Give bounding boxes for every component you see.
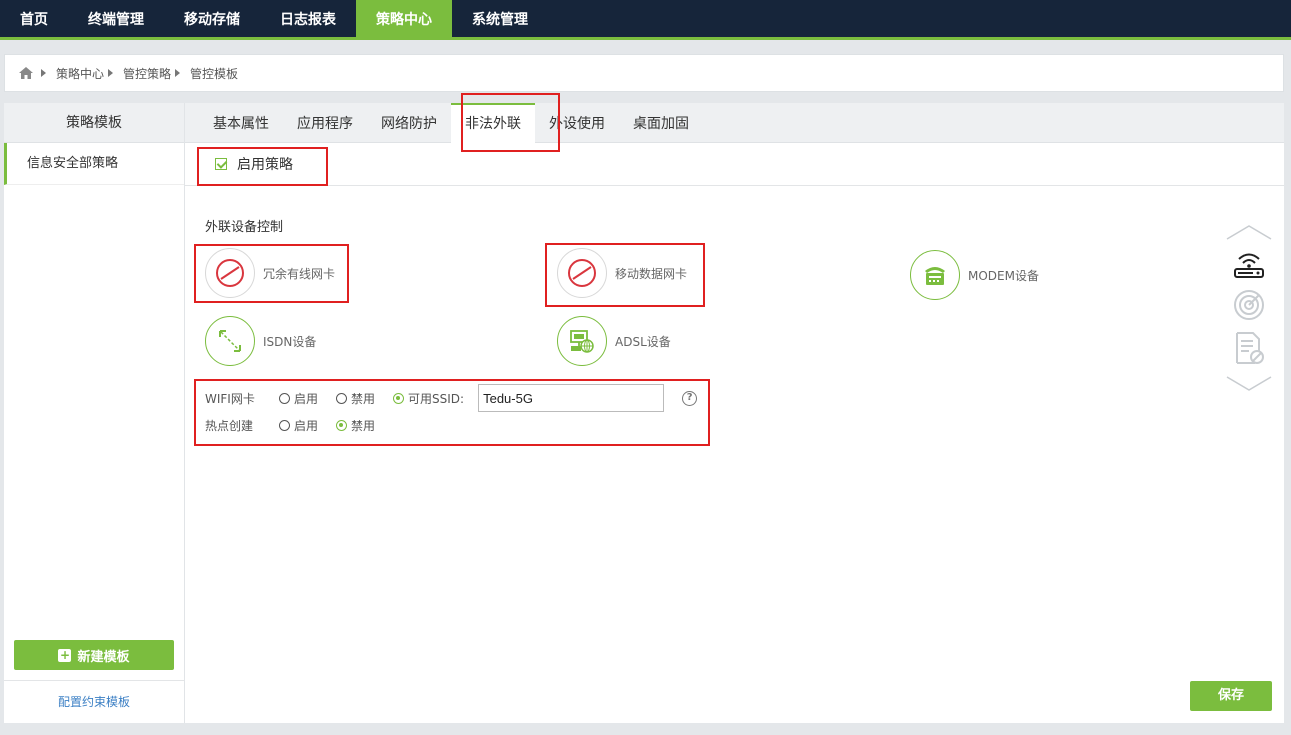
chevron-up-icon[interactable] (1225, 223, 1273, 241)
nav-item-policy-center[interactable]: 策略中心 (356, 0, 452, 40)
nav-item-home[interactable]: 首页 (0, 0, 68, 40)
radio-circle[interactable] (279, 392, 290, 404)
top-nav: 首页 终端管理 移动存储 日志报表 策略中心 系统管理 (0, 0, 1291, 40)
plus-icon: + (58, 647, 72, 662)
wifi-radio-ssid[interactable]: 可用SSID: (393, 390, 464, 407)
ssid-input[interactable] (478, 384, 665, 412)
template-sidebar: 策略模板 信息安全部策略 + 新建模板 配置约束模板 (4, 103, 185, 723)
nav-item-terminal[interactable]: 终端管理 (68, 0, 164, 40)
wifi-radio-disable[interactable]: 禁用 (336, 390, 375, 407)
radio-label: 可用SSID: (408, 391, 465, 406)
radio-circle[interactable] (336, 392, 348, 404)
radio-circle[interactable] (336, 420, 348, 431)
help-icon[interactable]: ? (682, 390, 698, 406)
breadcrumb-item-policy-center[interactable]: 策略中心 (56, 65, 104, 82)
sidebar-item-infosec-policy[interactable]: 信息安全部策略 (4, 143, 184, 185)
device-adsl[interactable]: ADSL设备 (557, 316, 671, 366)
device-redundant-wired-nic[interactable]: 冗余有线网卡 (205, 248, 335, 298)
tab-desktop-hardening[interactable]: 桌面加固 (619, 103, 703, 143)
nav-item-storage[interactable]: 移动存储 (164, 0, 260, 40)
tab-network-protection[interactable]: 网络防护 (367, 103, 451, 143)
device-label: 冗余有线网卡 (263, 266, 336, 281)
device-icon-wrapper[interactable] (205, 248, 255, 298)
hotspot-radio-enable[interactable]: 启用 (279, 417, 318, 434)
enable-policy-checkbox[interactable] (215, 158, 227, 170)
chevron-down-icon[interactable] (1225, 375, 1273, 393)
breadcrumb-separator-icon (175, 69, 181, 77)
nav-item-reports[interactable]: 日志报表 (260, 0, 356, 40)
main-panel: 基本属性 应用程序 网络防护 非法外联 外设使用 桌面加固 启用策略 外联设备控… (185, 93, 1284, 723)
save-button[interactable]: 保存 (1190, 681, 1272, 711)
radar-icon[interactable] (1233, 289, 1265, 321)
radio-label: 启用 (294, 419, 319, 433)
device-icon-wrapper[interactable] (557, 316, 607, 366)
tab-illegal-outreach[interactable]: 非法外联 (451, 103, 535, 144)
breadcrumb-item-control-template: 管控模板 (190, 66, 239, 81)
breadcrumb-separator-icon (108, 69, 114, 77)
device-icon-wrapper[interactable] (557, 248, 607, 298)
adsl-icon (570, 330, 594, 353)
tab-basic-properties[interactable]: 基本属性 (199, 103, 283, 143)
enable-policy-label[interactable]: 启用策略 (237, 154, 293, 174)
modem-icon (925, 267, 945, 285)
device-modem[interactable]: MODEM设备 (910, 250, 1039, 300)
device-mobile-data-nic[interactable]: 移动数据网卡 (557, 248, 687, 298)
device-label: ISDN设备 (263, 334, 317, 349)
device-icon-wrapper[interactable] (910, 250, 960, 300)
hotspot-row: 热点创建 启用 禁用 (205, 417, 393, 434)
radio-label: 启用 (294, 391, 319, 406)
breadcrumb: 策略中心 管控策略 管控模板 (4, 54, 1284, 92)
isdn-icon (219, 330, 241, 352)
breadcrumb-separator-icon (41, 69, 46, 77)
device-icon-wrapper[interactable] (205, 316, 255, 366)
enable-policy-row: 启用策略 (185, 143, 1284, 186)
device-label: MODEM设备 (968, 268, 1039, 283)
radio-circle[interactable] (393, 392, 405, 404)
radio-circle[interactable] (279, 420, 290, 431)
tab-peripheral-usage[interactable]: 外设使用 (535, 103, 619, 143)
document-block-icon[interactable] (1233, 331, 1265, 365)
sidebar-divider (4, 680, 184, 681)
tab-applications[interactable]: 应用程序 (283, 103, 367, 143)
config-constraint-template-link[interactable]: 配置约束模板 (4, 693, 184, 710)
wifi-radio-enable[interactable]: 启用 (279, 390, 318, 407)
disabled-icon (568, 259, 596, 287)
nav-item-system[interactable]: 系统管理 (452, 0, 548, 40)
device-label: ADSL设备 (615, 334, 671, 349)
breadcrumb-item-control-policy[interactable]: 管控策略 (123, 65, 171, 82)
radio-label: 禁用 (351, 391, 376, 406)
device-label: 移动数据网卡 (615, 266, 688, 281)
home-icon[interactable] (19, 67, 33, 79)
device-category-scroller (1225, 223, 1273, 393)
new-template-label: 新建模板 (77, 649, 130, 665)
wifi-row: WIFI网卡 启用 禁用 可用SSID: ? (205, 384, 698, 412)
router-icon[interactable] (1233, 251, 1265, 279)
disabled-icon (216, 259, 244, 287)
section-title: 外联设备控制 (205, 220, 284, 235)
device-isdn[interactable]: ISDN设备 (205, 316, 316, 366)
new-template-button[interactable]: + 新建模板 (14, 640, 174, 670)
hotspot-label: 热点创建 (205, 419, 254, 433)
wifi-label: WIFI网卡 (205, 391, 255, 406)
sidebar-header: 策略模板 (4, 103, 184, 143)
tab-bar: 基本属性 应用程序 网络防护 非法外联 外设使用 桌面加固 (185, 103, 1284, 144)
hotspot-radio-disable[interactable]: 禁用 (336, 417, 375, 434)
radio-label: 禁用 (351, 419, 376, 433)
